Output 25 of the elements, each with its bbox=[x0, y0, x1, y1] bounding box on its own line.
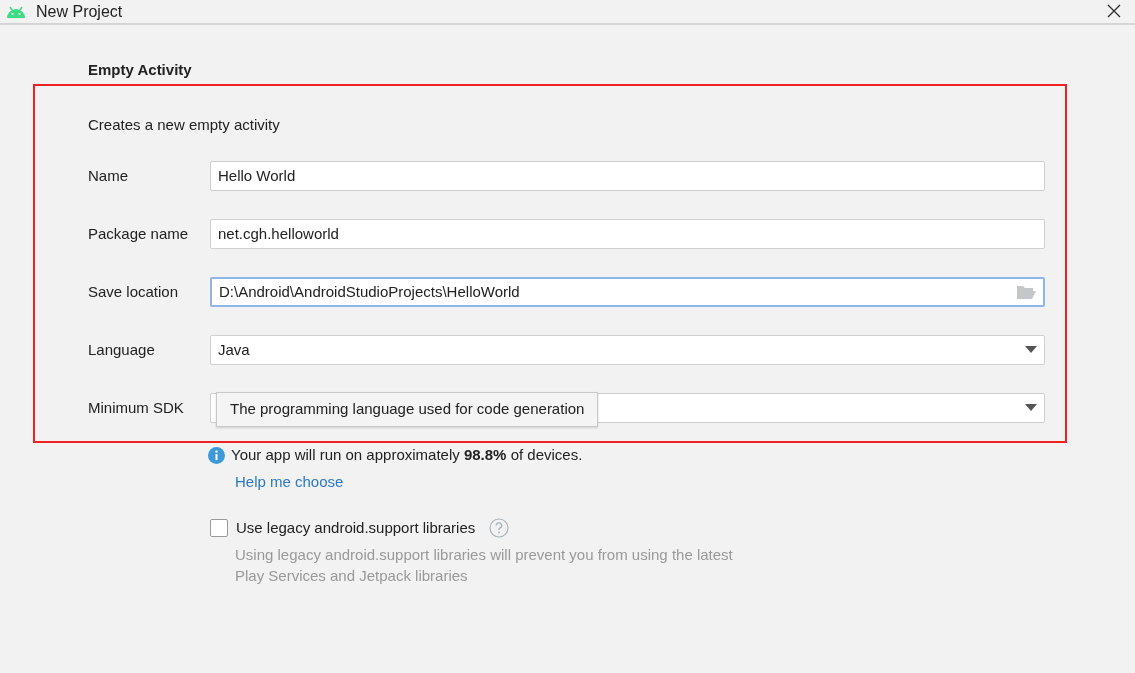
hint-text: Using legacy android.support libraries will prevent you from using the latest Play Services and Jetpack libraries bbox=[235, 544, 734, 586]
dropdown[interactable]: Java bbox=[210, 335, 1045, 365]
android-logo-icon bbox=[6, 5, 26, 18]
caret-icon bbox=[1025, 404, 1037, 412]
input-field[interactable]: Hello World bbox=[210, 161, 1045, 191]
help-link[interactable]: Help me choose bbox=[235, 470, 344, 493]
window-title: New Project bbox=[36, 1, 123, 22]
description-text: Creates a new empty activity bbox=[88, 114, 281, 135]
tooltip: The programming language used for code generation bbox=[216, 392, 599, 427]
checkbox[interactable] bbox=[210, 519, 228, 538]
help-icon[interactable] bbox=[489, 518, 510, 539]
field-label: Package name bbox=[88, 223, 190, 244]
field-label: Minimum SDK bbox=[88, 397, 185, 418]
input-field[interactable]: net.cgh.helloworld bbox=[210, 219, 1045, 249]
section-heading: Empty Activity bbox=[88, 60, 193, 80]
folder-icon[interactable] bbox=[1016, 284, 1036, 300]
field-label: Save location bbox=[88, 281, 180, 302]
checkbox-label: Use legacy android.support libraries bbox=[236, 518, 476, 538]
field-label: Name bbox=[88, 165, 129, 186]
input-field[interactable]: D:\Android\AndroidStudioProjects\HelloWorld bbox=[210, 277, 1045, 307]
caret-icon bbox=[1025, 346, 1037, 354]
close-icon bbox=[1107, 3, 1121, 18]
info-text: Your app will run on approximately 98.8% of devices. bbox=[231, 445, 583, 465]
field-label: Language bbox=[88, 339, 156, 360]
info-icon bbox=[208, 446, 225, 464]
